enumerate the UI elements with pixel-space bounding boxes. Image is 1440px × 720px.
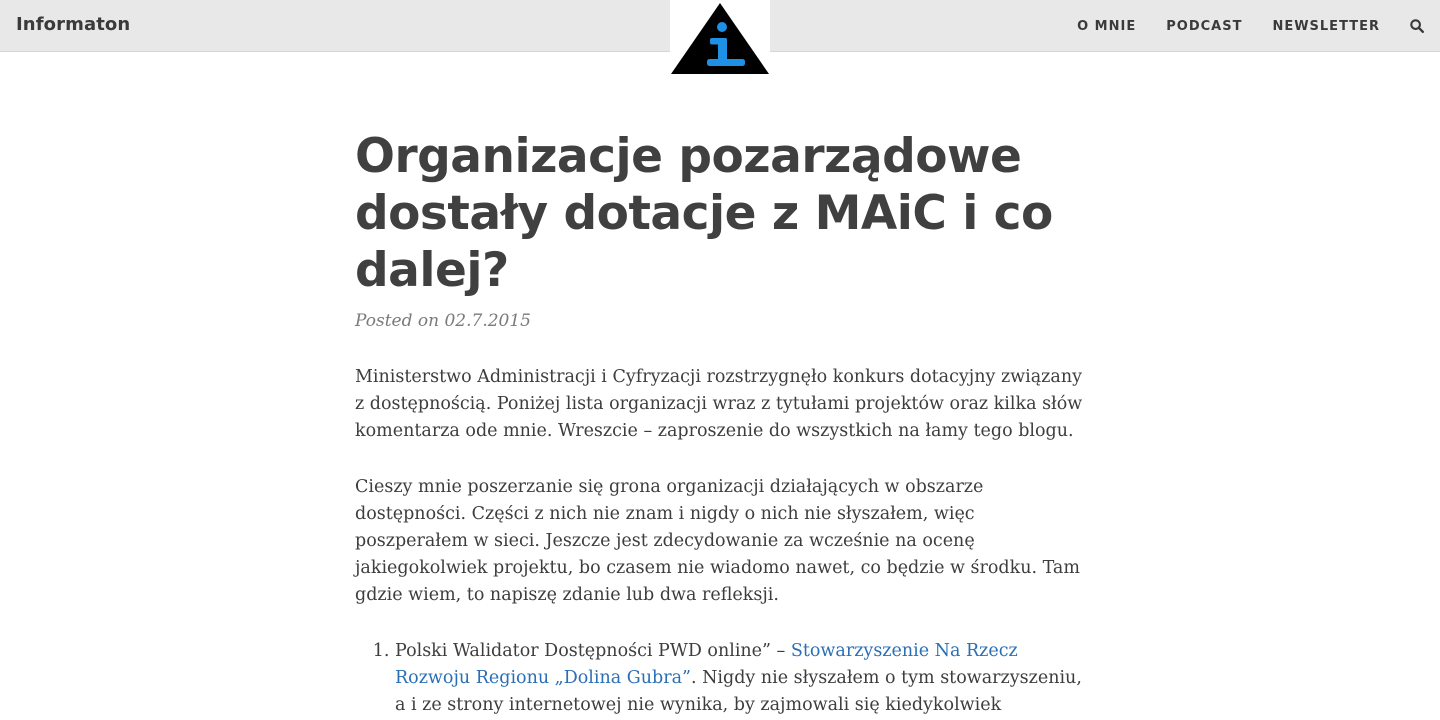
- article: Organizacje pozarządowe dostały dotacje …: [355, 128, 1085, 720]
- article-paragraph: Ministerstwo Administracji i Cyfryzacji …: [355, 367, 1083, 441]
- list-item: Polski Walidator Dostępności PWD online”…: [395, 638, 1085, 720]
- main-nav: O MNIE PODCAST NEWSLETTER: [1077, 0, 1424, 52]
- search-icon: [1410, 19, 1424, 33]
- nav-item-o-mnie[interactable]: O MNIE: [1077, 19, 1136, 34]
- nav-item-newsletter[interactable]: NEWSLETTER: [1272, 19, 1380, 34]
- article-paragraph: Cieszy mnie poszerzanie się grona organi…: [355, 477, 1080, 605]
- nav-item-podcast[interactable]: PODCAST: [1166, 19, 1242, 34]
- search-button[interactable]: [1410, 19, 1424, 33]
- site-title-link[interactable]: Informaton: [16, 14, 130, 35]
- site-logo[interactable]: [670, 0, 770, 77]
- info-triangle-logo-icon: [671, 3, 769, 74]
- project-list: Polski Walidator Dostępności PWD online”…: [355, 638, 1085, 720]
- article-title: Organizacje pozarządowe dostały dotacje …: [355, 129, 1053, 298]
- list-item-prefix: Polski Walidator Dostępności PWD online”…: [395, 641, 791, 661]
- post-date: Posted on 02.7.2015: [355, 311, 531, 331]
